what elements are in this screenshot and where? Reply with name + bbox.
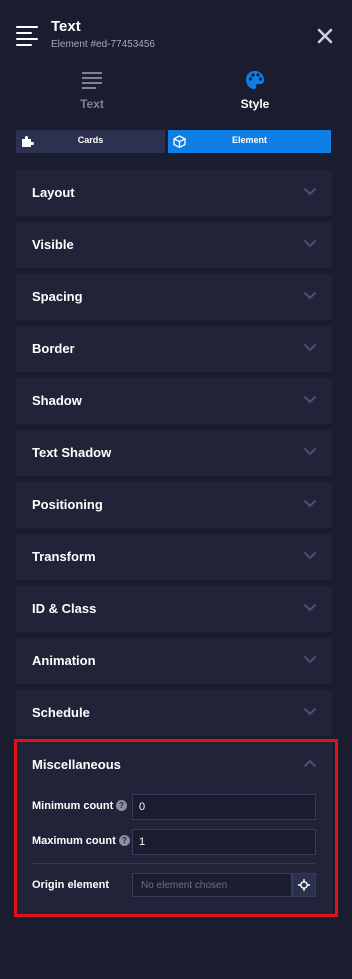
help-icon[interactable]: ? (116, 800, 127, 811)
section-label: Visible (32, 237, 74, 252)
chevron-down-icon (303, 603, 317, 612)
chevron-up-icon (303, 759, 317, 768)
minimum-count-label: Minimum count (32, 800, 114, 812)
panel-header: Text Element #ed-77453456 (0, 0, 352, 60)
crosshair-icon (298, 879, 310, 891)
divider (32, 863, 316, 864)
section-label: Spacing (32, 289, 83, 304)
section-layout[interactable]: Layout (16, 170, 332, 216)
close-icon[interactable] (316, 27, 334, 45)
palette-icon (246, 71, 264, 89)
text-lines-icon (82, 72, 102, 89)
section-label: Miscellaneous (32, 757, 121, 772)
chevron-down-icon (303, 187, 317, 196)
section-label: Schedule (32, 705, 90, 720)
section-label: Animation (32, 653, 96, 668)
chevron-down-icon (303, 343, 317, 352)
section-label: Positioning (32, 497, 103, 512)
tab-text[interactable]: Text (4, 62, 180, 118)
segment-element-label: Element (231, 135, 267, 145)
section-animation[interactable]: Animation (16, 638, 332, 684)
hamburger-text-icon (16, 26, 38, 46)
section-label: Text Shadow (32, 445, 112, 460)
chevron-down-icon (303, 707, 317, 716)
section-id-class[interactable]: ID & Class (16, 586, 332, 632)
section-label: Shadow (32, 393, 82, 408)
element-id-label: Element #ed-77453456 (51, 39, 155, 50)
section-positioning[interactable]: Positioning (16, 482, 332, 528)
origin-element-label: Origin element (32, 879, 110, 891)
section-visible[interactable]: Visible (16, 222, 332, 268)
miscellaneous-header[interactable]: Miscellaneous (16, 742, 332, 788)
section-text-shadow[interactable]: Text Shadow (16, 430, 332, 476)
section-label: Border (32, 341, 75, 356)
minimum-count-input[interactable] (132, 794, 316, 820)
section-label: Transform (32, 549, 96, 564)
segment-element[interactable]: Element (168, 130, 331, 153)
section-spacing[interactable]: Spacing (16, 274, 332, 320)
segment-cards-label: Cards (77, 135, 104, 145)
section-label: Layout (32, 185, 75, 200)
section-miscellaneous: Miscellaneous Minimum count ? Maximum co… (16, 742, 332, 914)
chevron-down-icon (303, 499, 317, 508)
chevron-down-icon (303, 395, 317, 404)
origin-element-input[interactable] (132, 873, 292, 897)
tab-style-label: Style (240, 97, 270, 111)
tab-style[interactable]: Style (167, 62, 343, 118)
chevron-down-icon (303, 239, 317, 248)
tab-text-label: Text (80, 97, 104, 111)
mode-tabs: Text Style (0, 62, 352, 118)
section-label: ID & Class (32, 601, 97, 616)
chevron-down-icon (303, 291, 317, 300)
chevron-down-icon (303, 655, 317, 664)
panel-title: Text (51, 18, 81, 35)
segment-cards[interactable]: Cards (16, 130, 165, 153)
maximum-count-label: Maximum count (32, 835, 116, 847)
help-icon[interactable]: ? (119, 835, 130, 846)
section-border[interactable]: Border (16, 326, 332, 372)
section-transform[interactable]: Transform (16, 534, 332, 580)
maximum-count-input[interactable] (132, 829, 316, 855)
chevron-down-icon (303, 551, 317, 560)
section-shadow[interactable]: Shadow (16, 378, 332, 424)
chevron-down-icon (303, 447, 317, 456)
section-schedule[interactable]: Schedule (16, 690, 332, 736)
pick-element-button[interactable] (292, 873, 316, 897)
